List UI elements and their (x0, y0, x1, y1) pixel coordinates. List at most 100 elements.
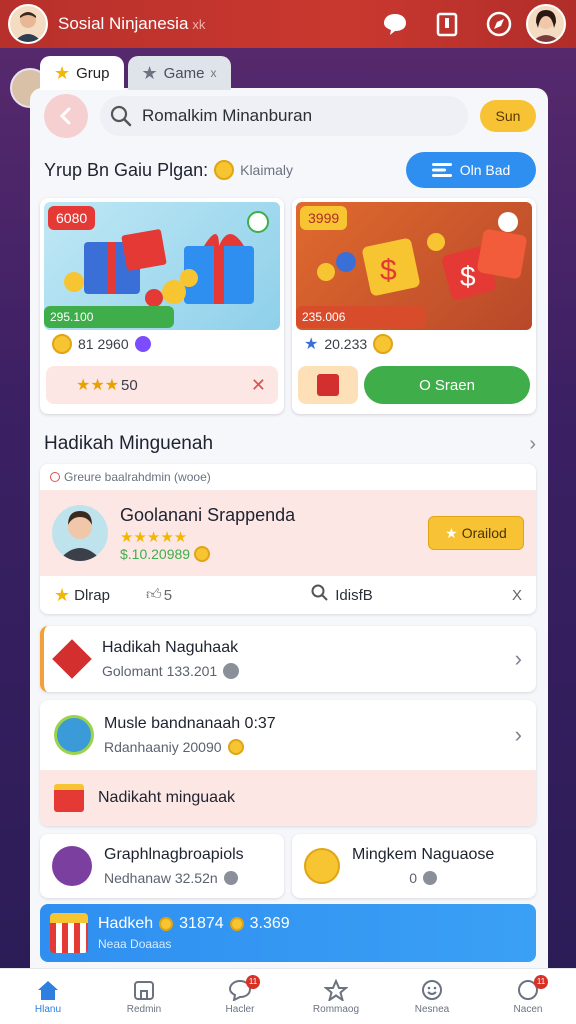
list-item-2[interactable]: Musle bandnanaah 0:37 Rdanhaaniy 20090 ›… (40, 700, 536, 826)
row-sub-text: Rdanhaaniy 20090 (104, 739, 222, 755)
svg-text:$: $ (460, 261, 476, 292)
clipboard-icon[interactable] (432, 9, 462, 39)
coin-icon (229, 917, 244, 931)
coin-icon (373, 334, 394, 354)
product-rating-bar[interactable]: ★★★ 50 ✕ (46, 366, 278, 404)
chevron-left-icon (59, 107, 71, 125)
app-title-text: Sosial Ninjanesia (58, 14, 189, 33)
half-card-1[interactable]: Graphlnagbroapiols Nedhanaw 32.52n (40, 834, 284, 898)
star-icon: ★ (445, 524, 458, 541)
highlight-title: Nadikaht minguaak (98, 789, 235, 806)
list-icon (431, 163, 452, 177)
half-title: Graphlnagbroapiols (104, 846, 244, 863)
gem-icon (134, 336, 151, 352)
group-subtitle: Klaimaly (240, 162, 294, 178)
promo-sub: Neaa Doaaas (98, 937, 172, 951)
search-row: Romalkim Minanburan Sun (44, 94, 536, 138)
nav-redmin[interactable]: Redmin (112, 979, 176, 1015)
product-card-1[interactable]: 6080 295.100 81 2960 ★★★ 50 ✕ (40, 198, 284, 414)
product-meta-value: 20.233 (324, 336, 368, 352)
drop-action[interactable]: Dlrap (74, 587, 110, 604)
coin-icon (214, 160, 235, 180)
nav-label: Hacler (225, 1003, 255, 1015)
feature-avatar (52, 505, 108, 561)
promo-title: Hadkeh (98, 915, 154, 932)
clock-icon (223, 663, 240, 679)
notification-badge: 11 (534, 974, 548, 989)
group-action-button[interactable]: Oln Bad (406, 152, 536, 188)
star-icon: ★ (54, 62, 71, 83)
feature-amount-value: $.10.20989 (120, 545, 191, 562)
search-icon[interactable] (311, 584, 329, 606)
download-button[interactable]: ★ Orailod (428, 516, 524, 550)
promo-value-2: 3.369 (249, 915, 290, 932)
section-title: Hadikah Minguenah (44, 433, 214, 454)
chevron-right-icon: › (529, 432, 536, 455)
person-icon (14, 12, 42, 42)
product-tag: 6080 (48, 206, 96, 230)
half-title: Mingkem Naguaose (352, 846, 495, 863)
feature-caption-text: Greure baalrahdmin (wooe) (64, 470, 211, 484)
like-icon[interactable]: 👍︎ (146, 586, 162, 604)
nav-label: Nacen (513, 1003, 543, 1015)
nav-label: Redmin (126, 1003, 162, 1015)
user-avatar[interactable] (526, 4, 566, 44)
buy-button[interactable]: O Sraen (364, 366, 530, 404)
search-input[interactable]: Romalkim Minanburan (100, 96, 468, 136)
sun-button[interactable]: Sun (480, 100, 536, 132)
section-header[interactable]: Hadikah Minguenah › (44, 428, 536, 460)
tab-game[interactable]: ★ Game x (127, 56, 231, 90)
app-title: Sosial Ninjanesia xk (58, 14, 380, 34)
search-value: Romalkim Minanburan (142, 106, 313, 125)
compass-icon[interactable] (484, 9, 514, 39)
star-icon: ★ (54, 584, 71, 605)
profile-avatar[interactable] (8, 4, 48, 44)
product-price: 295.100 (44, 306, 174, 328)
promo-value-1: 31874 (179, 915, 224, 932)
product-card-2[interactable]: $ $ 3999 235.006 ★ 20.233 O Sraen (292, 198, 536, 414)
popcorn-icon (50, 913, 88, 953)
diamond-icon (52, 639, 92, 679)
find-label: IdisfB (335, 586, 373, 604)
nav-hacler[interactable]: 11 Hacler (208, 974, 272, 1015)
coin-icon (159, 917, 174, 931)
feature-body: Goolanani Srappenda ★★★★★ $.10.20989 ★ O… (40, 490, 536, 576)
notification-badge: 11 (246, 974, 260, 989)
nav-rommaog[interactable]: Rommaog (304, 978, 368, 1015)
nav-nacen[interactable]: 11 Nacen (496, 974, 560, 1015)
row-sub: Rdanhaaniy 20090 (104, 739, 276, 755)
star-icon: ★ (304, 336, 319, 353)
row-sub: Golomant 133.201 (102, 663, 240, 679)
coin-icon (52, 334, 72, 354)
half-card-2[interactable]: Mingkem Naguaose 0 (292, 834, 536, 898)
list-item-1[interactable]: Hadikah Naguhaak Golomant 133.201 › (40, 626, 536, 692)
nav-home[interactable]: Hlanu (16, 979, 80, 1015)
app-title-suffix: xk (192, 17, 206, 32)
product-meta: 81 2960 (52, 334, 151, 354)
promo-bar[interactable]: Hadkeh 31874 3.369 Neaa Doaaas (40, 904, 536, 962)
app-bar: Sosial Ninjanesia xk (0, 0, 576, 48)
product-meta: ★ 20.233 (304, 334, 394, 354)
feature-stars: ★★★★★ (120, 528, 188, 546)
gift-thumb-icon (298, 366, 358, 404)
store-icon (134, 980, 154, 1000)
row-title: Musle bandnanaah 0:37 (104, 715, 276, 732)
back-button[interactable] (44, 94, 88, 138)
like-count: 5 (163, 586, 173, 604)
half-sub: Nedhanaw 32.52n (104, 870, 244, 886)
clock-icon (423, 871, 438, 885)
close-icon[interactable]: X (512, 587, 522, 604)
tab-close[interactable]: x (211, 66, 217, 80)
star-icon: ★ (141, 62, 158, 83)
coin-icon (227, 739, 244, 755)
coin-icon (194, 545, 211, 562)
row-title: Hadikah Naguhaak (102, 639, 239, 656)
close-icon[interactable]: ✕ (251, 375, 266, 396)
chat-icon[interactable] (380, 9, 410, 39)
person-icon (532, 10, 560, 42)
nav-nesnea[interactable]: Nesnea (400, 979, 464, 1015)
tab-grup[interactable]: ★ Grup (40, 56, 124, 90)
highlight-row[interactable]: Nadikaht minguaak (40, 770, 536, 826)
product-price: 235.006 (296, 306, 426, 328)
feature-footer: ★ Dlrap 👍︎ 5 IdisfB X (40, 576, 536, 614)
